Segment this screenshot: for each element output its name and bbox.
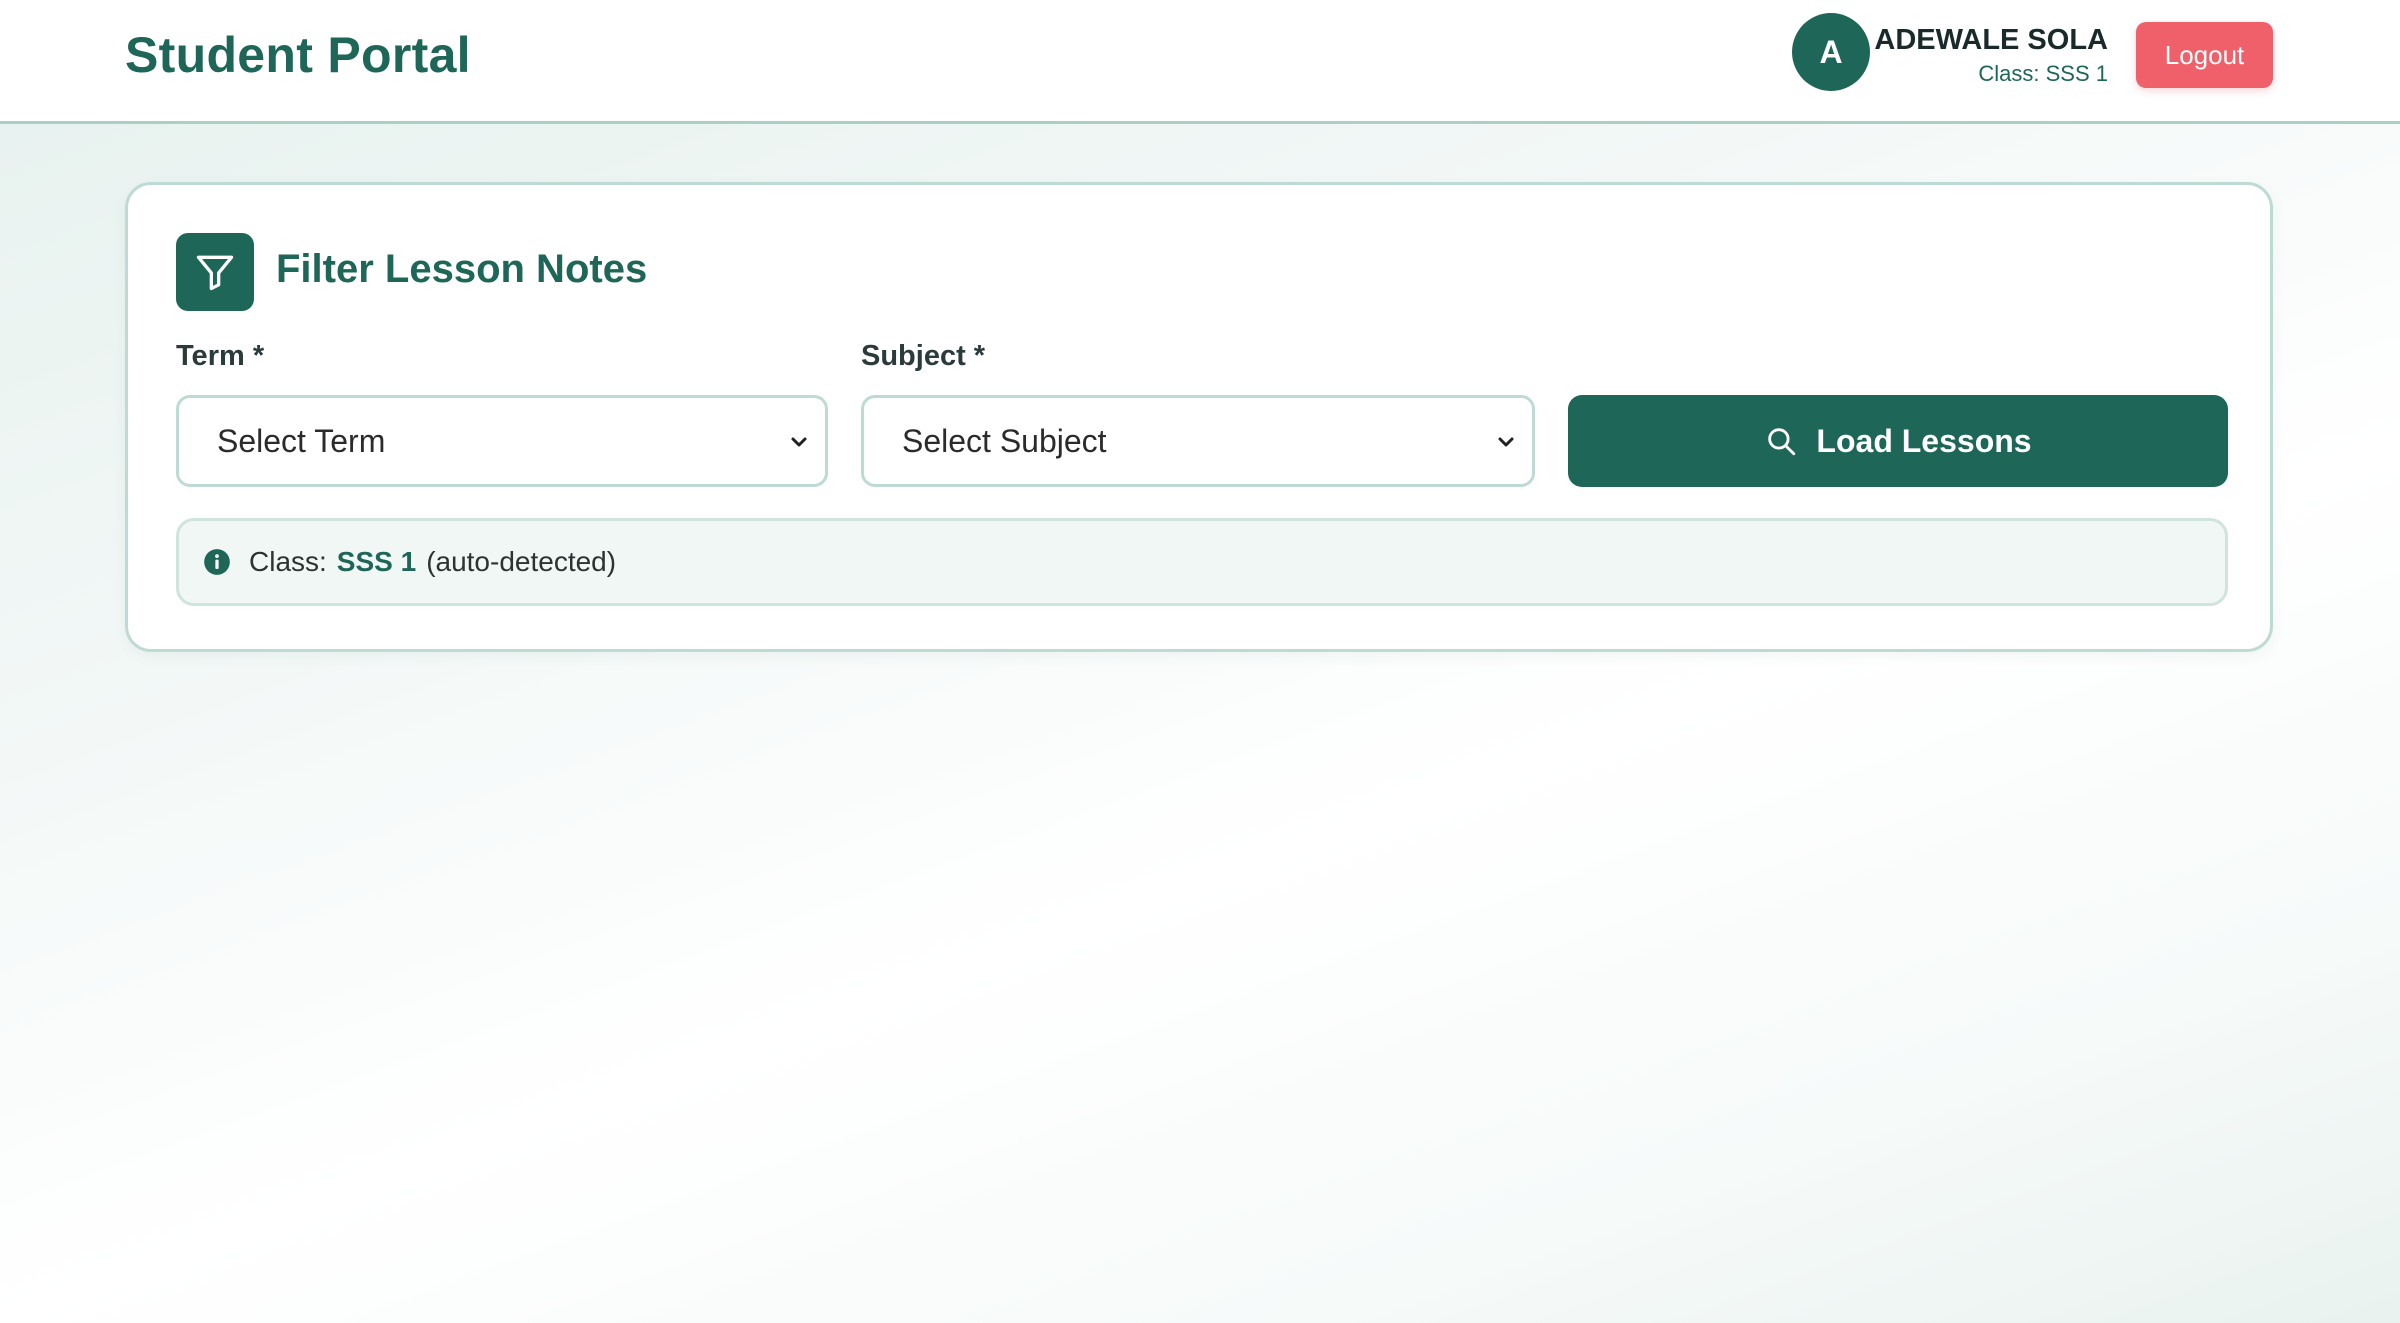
top-header: Student Portal A ADEWALE SOLA Class: SSS… [0,0,2400,124]
card-title: Filter Lesson Notes [276,247,648,291]
term-select[interactable]: Select Term [176,395,828,487]
brand-title: Student Portal [125,27,471,83]
user-name: ADEWALE SOLA [1874,24,2108,56]
filter-icon [176,233,254,311]
filter-card: Filter Lesson Notes Term * Select Term S… [125,182,2273,652]
class-info-value: SSS 1 [336,546,417,577]
class-info-prefix: Class: [249,546,327,577]
subject-label: Subject * [861,340,986,372]
subject-select-value: Select Subject [902,422,1107,459]
user-class: Class: SSS 1 [1978,61,2108,86]
chevron-down-icon [791,437,807,447]
avatar-initial: A [1819,33,1843,70]
info-icon [204,549,230,575]
logout-button[interactable]: Logout [2136,22,2273,88]
term-label: Term * [176,340,265,372]
avatar[interactable]: A [1792,13,1870,91]
subject-select[interactable]: Select Subject [861,395,1535,487]
load-lessons-button[interactable]: Load Lessons [1568,395,2228,487]
term-select-value: Select Term [217,422,386,459]
user-info: ADEWALE SOLA Class: SSS 1 [1874,22,2108,90]
class-info-bar: Class: SSS 1 (auto-detected) [176,518,2228,606]
load-lessons-label: Load Lessons [1816,422,2032,459]
chevron-down-icon [1498,437,1514,447]
class-info-suffix: (auto-detected) [426,546,617,577]
search-icon [1768,428,1796,456]
